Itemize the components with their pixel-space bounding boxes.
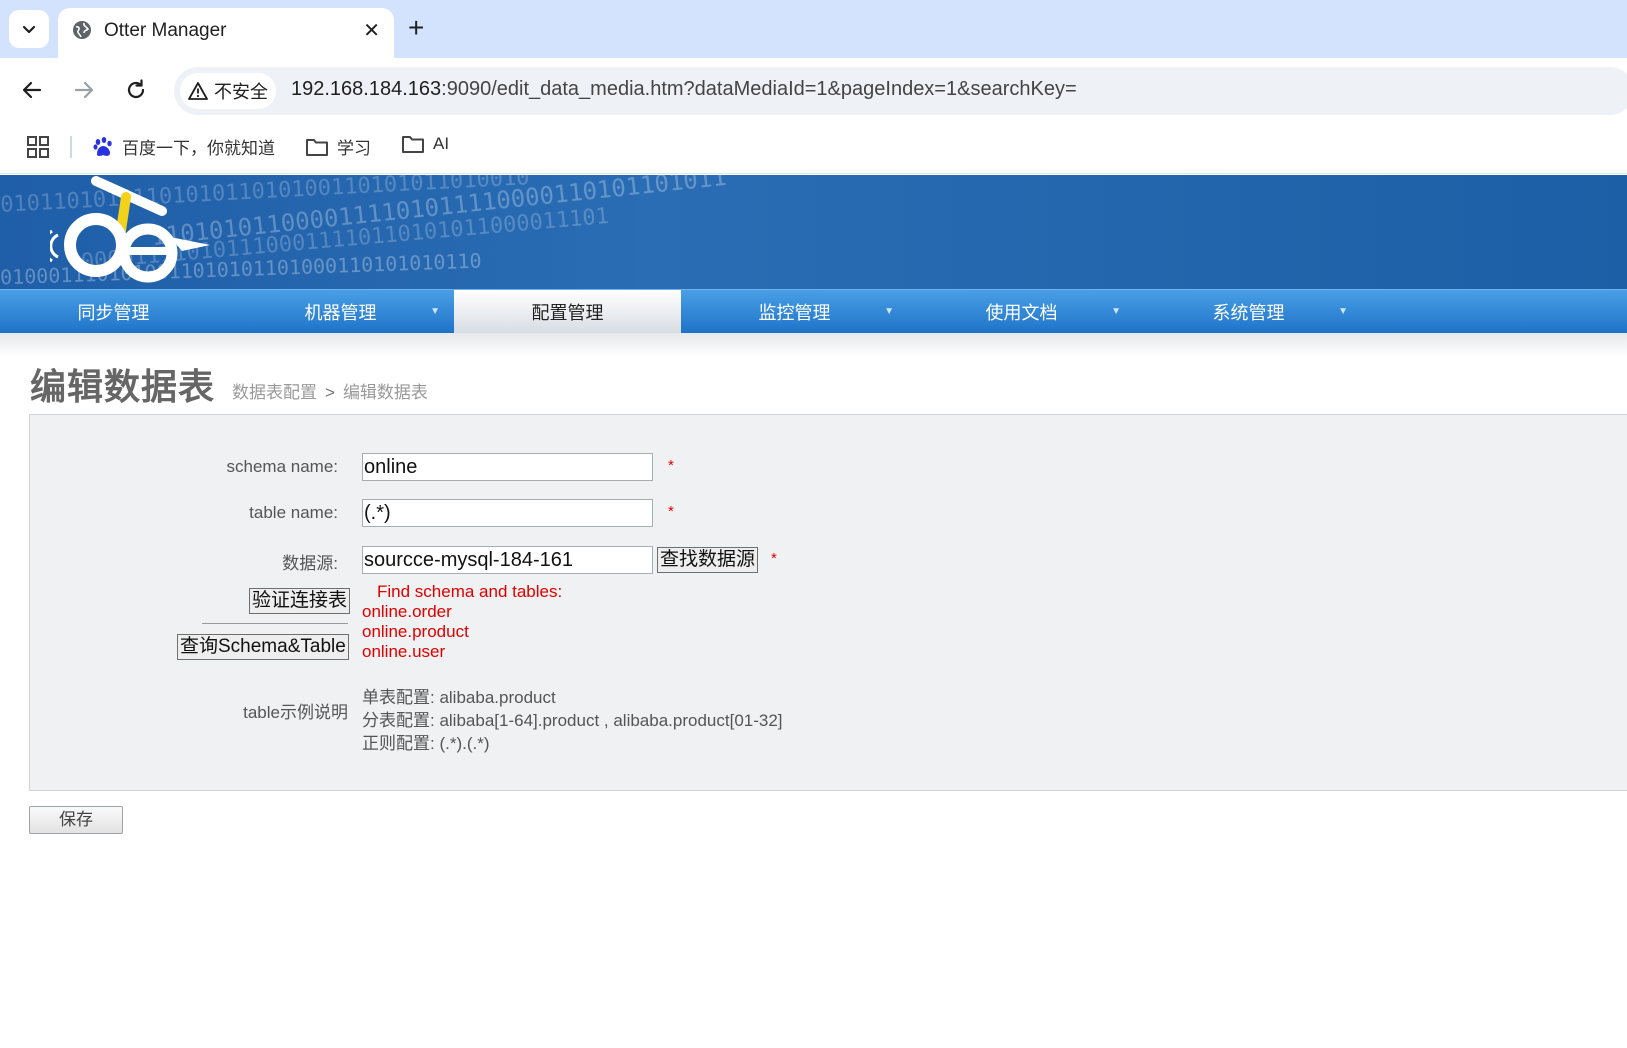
bookmark-label: 百度一下，你就知道 bbox=[122, 139, 275, 158]
example-line: 单表配置: alibaba.product bbox=[362, 688, 556, 707]
url-text[interactable]: 192.168.184.163:9090/edit_data_media.htm… bbox=[291, 78, 1077, 101]
nav-monitor-management[interactable]: 监控管理 ▼ bbox=[681, 290, 908, 333]
result-item: online.product bbox=[362, 622, 469, 641]
button-divider bbox=[202, 623, 348, 624]
tab-title: Otter Manager bbox=[104, 20, 227, 41]
page-title: 编辑数据表 bbox=[30, 366, 216, 407]
warning-icon bbox=[188, 82, 208, 100]
nav-system-management[interactable]: 系统管理 ▼ bbox=[1135, 290, 1362, 333]
baidu-paw-icon bbox=[93, 136, 112, 156]
datasource-label: 数据源: bbox=[282, 554, 338, 573]
schema-name-input[interactable]: online bbox=[362, 453, 653, 481]
query-schema-table-button[interactable]: 查询Schema&Table bbox=[177, 634, 349, 660]
required-mark: * bbox=[668, 457, 674, 474]
bookmark-label: AI bbox=[433, 134, 450, 153]
close-tab-icon[interactable]: ✕ bbox=[363, 18, 380, 43]
verify-table-button[interactable]: 验证连接表 bbox=[249, 588, 351, 614]
schema-name-label: schema name: bbox=[226, 457, 339, 476]
bookmark-label: 学习 bbox=[337, 139, 371, 158]
nav-label: 使用文档 bbox=[985, 302, 1058, 323]
table-name-label: table name: bbox=[249, 503, 338, 522]
bookmark-folder-study[interactable]: 学习 bbox=[305, 134, 371, 159]
dropdown-caret-icon: ▼ bbox=[1111, 306, 1121, 317]
dropdown-caret-icon: ▼ bbox=[884, 306, 894, 317]
example-line: 分表配置: alibaba[1-64].product , alibaba.pr… bbox=[362, 711, 783, 730]
save-button[interactable]: 保存 bbox=[29, 806, 123, 834]
bookmark-folder-ai[interactable]: AI bbox=[401, 134, 449, 154]
bookmarks-separator bbox=[70, 136, 72, 158]
datasource-input[interactable]: sourcce-mysql-184-161 bbox=[362, 546, 653, 574]
reload-icon bbox=[127, 79, 145, 99]
find-datasource-button[interactable]: 查找数据源 bbox=[657, 547, 759, 573]
required-mark: * bbox=[771, 550, 777, 567]
address-bar-row: 不安全 192.168.184.163:9090/edit_data_media… bbox=[0, 58, 1627, 124]
otter-logo[interactable] bbox=[50, 175, 220, 289]
apps-grid-icon[interactable] bbox=[27, 136, 49, 158]
nav-label: 机器管理 bbox=[304, 302, 377, 323]
nav-config-management[interactable]: 配置管理 bbox=[454, 290, 681, 333]
url-path: :9090/edit_data_media.htm?dataMediaId=1&… bbox=[441, 78, 1077, 100]
nav-sync-management[interactable]: 同步管理 bbox=[0, 290, 227, 333]
nav-label: 配置管理 bbox=[531, 302, 604, 323]
result-item: online.order bbox=[362, 602, 452, 621]
site-banner: 0101101010110101011010100110101011010010… bbox=[0, 175, 1627, 289]
reload-button[interactable] bbox=[122, 76, 150, 104]
breadcrumb-link[interactable]: 数据表配置 bbox=[232, 383, 317, 402]
main-navigation: 同步管理 机器管理 ▼ 配置管理 监控管理 ▼ 使用文档 ▼ 系统管理 ▼ bbox=[0, 289, 1627, 333]
back-button[interactable] bbox=[18, 76, 46, 104]
site-info-chip[interactable]: 不安全 bbox=[180, 73, 276, 109]
insecure-label: 不安全 bbox=[214, 82, 268, 102]
browser-tab-bar: Otter Manager ✕ + bbox=[0, 0, 1627, 58]
omnibox[interactable]: 不安全 192.168.184.163:9090/edit_data_media… bbox=[174, 67, 1627, 115]
dropdown-caret-icon: ▼ bbox=[430, 306, 440, 317]
folder-icon bbox=[402, 136, 424, 153]
forward-button[interactable] bbox=[70, 76, 98, 104]
url-host: 192.168.184.163 bbox=[291, 78, 442, 100]
chevron-down-icon bbox=[22, 25, 36, 34]
breadcrumb-separator: > bbox=[325, 383, 335, 402]
required-mark: * bbox=[668, 503, 674, 520]
bookmarks-bar: 百度一下，你就知道 学习 AI bbox=[0, 124, 1627, 174]
dropdown-caret-icon: ▼ bbox=[1338, 306, 1348, 317]
globe-icon bbox=[73, 21, 91, 39]
result-item: online.user bbox=[362, 642, 446, 661]
active-tab[interactable]: Otter Manager ✕ bbox=[58, 8, 394, 58]
tab-search-button[interactable] bbox=[9, 10, 49, 48]
nav-label: 同步管理 bbox=[77, 302, 150, 323]
breadcrumb: 数据表配置 > 编辑数据表 bbox=[232, 378, 428, 403]
breadcrumb-current: 编辑数据表 bbox=[342, 383, 428, 402]
arrow-left-icon bbox=[22, 81, 42, 99]
new-tab-icon[interactable]: + bbox=[408, 14, 424, 42]
result-header: Find schema and tables: bbox=[377, 582, 563, 601]
query-result: Find schema and tables: online.order onl… bbox=[362, 582, 562, 662]
nav-label: 系统管理 bbox=[1212, 302, 1285, 323]
subnav-shadow bbox=[0, 333, 1627, 357]
nav-label: 监控管理 bbox=[758, 302, 831, 323]
table-example-label: table示例说明 bbox=[243, 703, 348, 722]
nav-documentation[interactable]: 使用文档 ▼ bbox=[908, 290, 1135, 333]
table-examples: 单表配置: alibaba.product 分表配置: alibaba[1-64… bbox=[362, 686, 783, 755]
bookmark-baidu[interactable]: 百度一下，你就知道 bbox=[92, 134, 275, 159]
nav-machine-management[interactable]: 机器管理 ▼ bbox=[227, 290, 454, 333]
folder-icon bbox=[306, 138, 328, 156]
arrow-right-icon bbox=[74, 81, 94, 99]
table-name-input[interactable]: (.*) bbox=[362, 499, 653, 527]
example-line: 正则配置: (.*).(.*) bbox=[362, 734, 490, 753]
